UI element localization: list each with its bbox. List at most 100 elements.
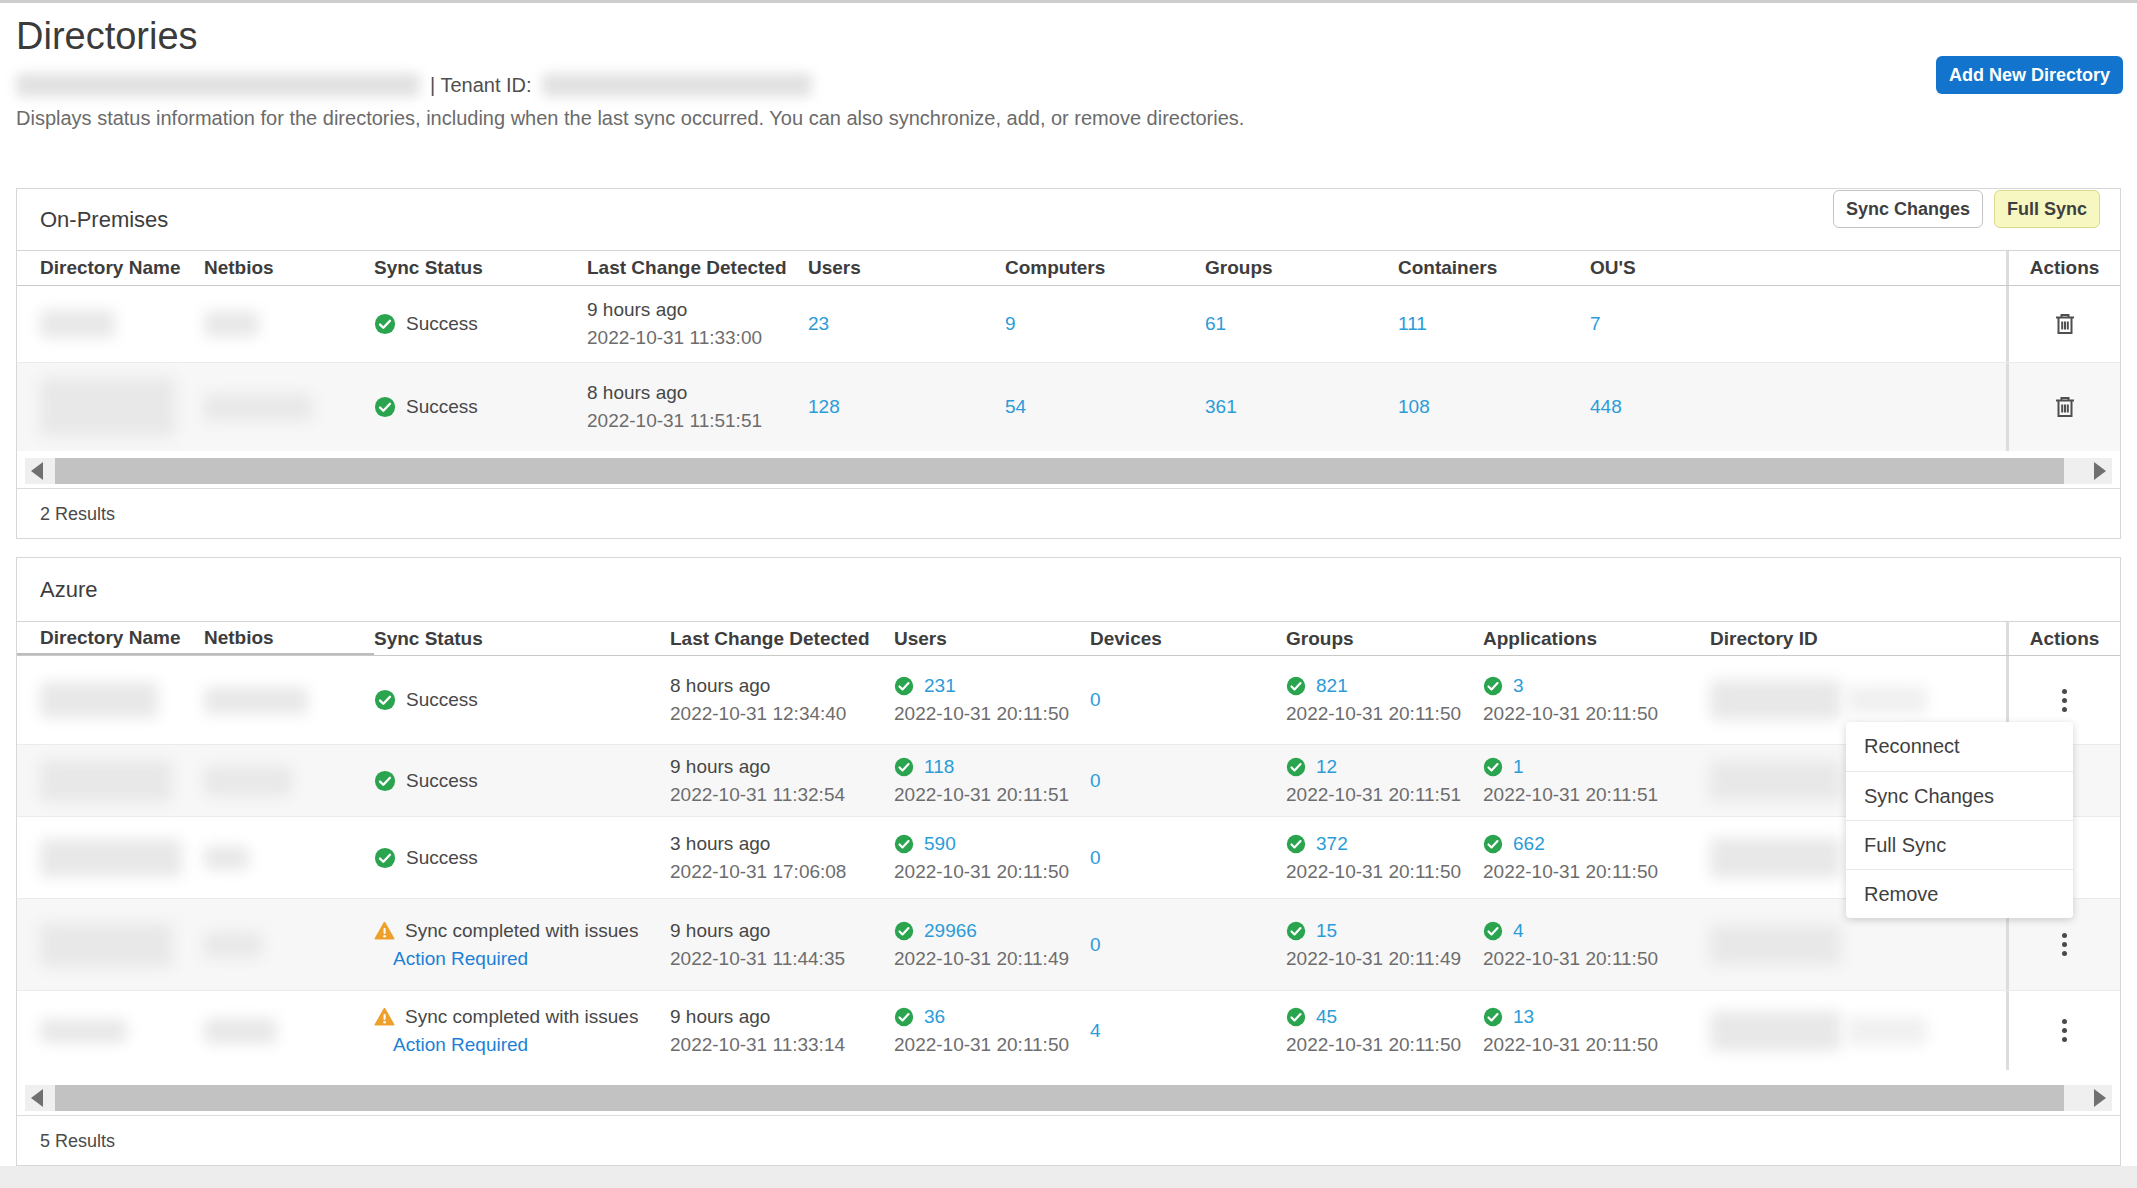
delete-directory-button[interactable] xyxy=(2054,312,2076,336)
groups-count-link[interactable]: 361 xyxy=(1205,396,1237,418)
azure-row-4: Sync completed with issues Action Requir… xyxy=(17,898,2120,990)
action-required-link[interactable]: Action Required xyxy=(393,948,528,970)
users-sync-time: 2022-10-31 20:11:50 xyxy=(894,1034,1069,1056)
on-premises-row-2: Success 8 hours ago 2022-10-31 11:51:51 … xyxy=(17,362,2120,451)
ous-count-link[interactable]: 448 xyxy=(1590,396,1622,418)
users-count-link[interactable]: 118 xyxy=(924,756,954,778)
azure-row-1: Success 8 hours ago 2022-10-31 12:34:40 … xyxy=(17,656,2120,744)
devices-count-link[interactable]: 0 xyxy=(1090,770,1101,792)
users-count-link[interactable]: 36 xyxy=(924,1006,945,1028)
horizontal-scrollbar[interactable] xyxy=(25,458,2112,484)
redacted-directory-id xyxy=(1847,1017,1927,1045)
devices-count-link[interactable]: 4 xyxy=(1090,1020,1101,1042)
on-premises-header: On-Premises Sync Changes Full Sync xyxy=(17,189,2120,251)
containers-count-link[interactable]: 111 xyxy=(1398,313,1427,335)
sync-status: Sync completed with issues xyxy=(374,1006,638,1028)
add-new-directory-button[interactable]: Add New Directory xyxy=(1936,56,2123,94)
users-count-link[interactable]: 128 xyxy=(808,396,840,418)
devices-count-link[interactable]: 0 xyxy=(1090,847,1101,869)
top-strip xyxy=(0,0,2137,3)
groups-count-link[interactable]: 61 xyxy=(1205,313,1226,335)
success-icon xyxy=(1483,921,1503,941)
applications-count-link[interactable]: 662 xyxy=(1513,833,1545,855)
menu-item-reconnect[interactable]: Reconnect xyxy=(1846,722,2073,771)
applications-sync-time: 2022-10-31 20:11:50 xyxy=(1483,948,1658,970)
sync-changes-button[interactable]: Sync Changes xyxy=(1833,190,1983,228)
devices-count-link[interactable]: 0 xyxy=(1090,689,1101,711)
users-count-link[interactable]: 231 xyxy=(924,675,956,697)
col-ous: OU'S xyxy=(1590,251,2006,285)
groups-count-link[interactable]: 821 xyxy=(1316,675,1348,697)
success-icon xyxy=(374,770,396,792)
groups-count-link[interactable]: 372 xyxy=(1316,833,1348,855)
full-sync-button[interactable]: Full Sync xyxy=(1994,190,2100,228)
groups-sync-time: 2022-10-31 20:11:50 xyxy=(1286,703,1461,725)
col-sync-status: Sync Status xyxy=(374,251,587,285)
ous-count-link[interactable]: 7 xyxy=(1590,313,1601,335)
row-actions-menu-button[interactable] xyxy=(2056,683,2073,718)
azure-card: Azure Directory Name Netbios Sync Status… xyxy=(16,557,2121,1166)
page-header: Directories | Tenant ID: Displays status… xyxy=(0,13,2137,130)
redacted-org-name xyxy=(16,73,420,97)
col-groups: Groups xyxy=(1286,622,1483,655)
applications-sync-time: 2022-10-31 20:11:50 xyxy=(1483,1034,1658,1056)
success-icon xyxy=(894,1007,914,1027)
computers-count-link[interactable]: 9 xyxy=(1005,313,1016,335)
containers-count-link[interactable]: 108 xyxy=(1398,396,1430,418)
computers-count-link[interactable]: 54 xyxy=(1005,396,1026,418)
groups-sync-time: 2022-10-31 20:11:50 xyxy=(1286,1034,1461,1056)
menu-item-full-sync[interactable]: Full Sync xyxy=(1846,820,2073,869)
col-users: Users xyxy=(894,622,1090,655)
col-netbios: Netbios xyxy=(204,622,374,655)
scroll-left-arrow[interactable] xyxy=(31,462,43,480)
users-count-link[interactable]: 29966 xyxy=(924,920,977,942)
col-sync-status: Sync Status xyxy=(374,622,670,655)
row-actions-menu-button[interactable] xyxy=(2056,1013,2073,1048)
redacted-directory-name xyxy=(40,378,175,436)
success-icon xyxy=(894,676,914,696)
groups-count-link[interactable]: 45 xyxy=(1316,1006,1337,1028)
users-sync-time: 2022-10-31 20:11:51 xyxy=(894,784,1069,806)
success-icon xyxy=(1286,834,1306,854)
col-computers: Computers xyxy=(1005,251,1205,285)
azure-row-2: Success 9 hours ago 2022-10-31 11:32:54 … xyxy=(17,744,2120,816)
azure-title: Azure xyxy=(40,577,97,603)
menu-item-remove[interactable]: Remove xyxy=(1846,869,2073,918)
redacted-directory-id xyxy=(1710,925,1841,965)
menu-item-sync-changes[interactable]: Sync Changes xyxy=(1846,771,2073,820)
scroll-right-arrow[interactable] xyxy=(2094,1089,2106,1107)
groups-count-link[interactable]: 15 xyxy=(1316,920,1337,942)
scroll-right-arrow[interactable] xyxy=(2094,462,2106,480)
success-icon xyxy=(1286,1007,1306,1027)
users-count-link[interactable]: 590 xyxy=(924,833,956,855)
horizontal-scrollbar[interactable] xyxy=(25,1085,2112,1111)
groups-count-link[interactable]: 12 xyxy=(1316,756,1337,778)
success-icon xyxy=(1286,921,1306,941)
delete-directory-button[interactable] xyxy=(2054,395,2076,419)
redacted-netbios xyxy=(204,932,262,958)
applications-count-link[interactable]: 3 xyxy=(1513,675,1524,697)
row-actions-menu-button[interactable] xyxy=(2056,927,2073,962)
azure-header: Azure xyxy=(17,558,2120,622)
applications-count-link[interactable]: 1 xyxy=(1513,756,1524,778)
users-count-link[interactable]: 23 xyxy=(808,313,829,335)
last-change-time: 2022-10-31 12:34:40 xyxy=(670,703,846,725)
scroll-left-arrow[interactable] xyxy=(31,1089,43,1107)
applications-count-link[interactable]: 4 xyxy=(1513,920,1524,942)
redacted-netbios xyxy=(204,766,292,796)
azure-column-headers: Directory Name Netbios Sync Status Last … xyxy=(17,622,2120,656)
devices-count-link[interactable]: 0 xyxy=(1090,934,1101,956)
scrollbar-thumb[interactable] xyxy=(55,1085,2064,1111)
sync-status: Sync completed with issues xyxy=(374,920,638,942)
success-icon xyxy=(1483,676,1503,696)
scrollbar-thumb[interactable] xyxy=(55,458,2064,484)
success-icon xyxy=(374,396,396,418)
sync-status-label: Success xyxy=(406,313,478,335)
tenant-line: | Tenant ID: xyxy=(16,72,2121,98)
action-required-link[interactable]: Action Required xyxy=(393,1034,528,1056)
applications-count-link[interactable]: 13 xyxy=(1513,1006,1534,1028)
groups-sync-time: 2022-10-31 20:11:50 xyxy=(1286,861,1461,883)
warning-icon xyxy=(374,1007,395,1026)
redacted-netbios xyxy=(204,846,249,870)
last-change-time: 2022-10-31 11:33:14 xyxy=(670,1034,845,1056)
